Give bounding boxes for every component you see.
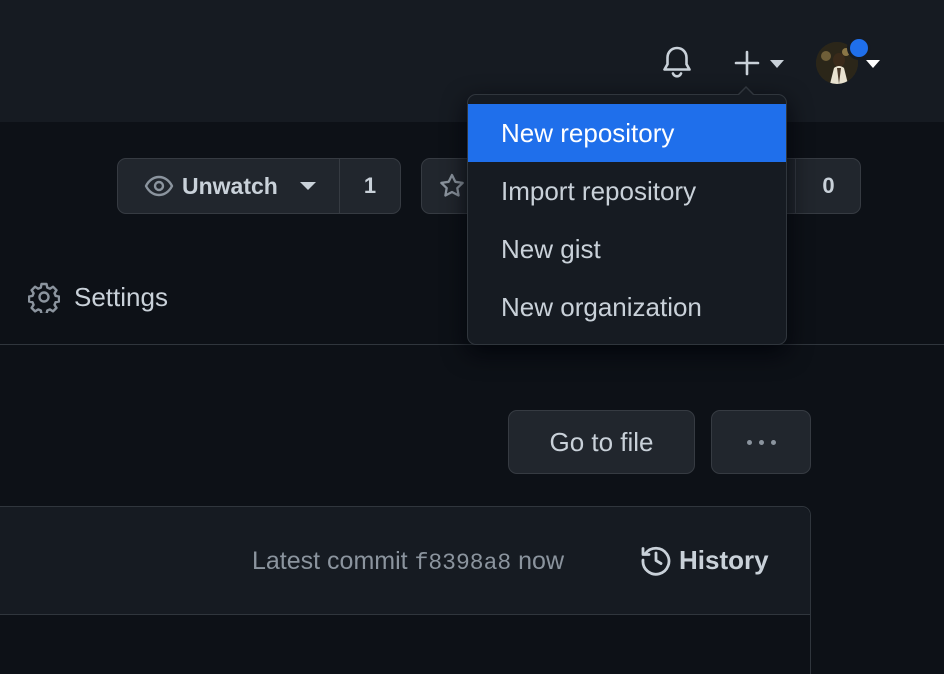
menu-item-new-repository[interactable]: New repository xyxy=(468,104,786,162)
more-options-button[interactable] xyxy=(711,410,811,474)
unwatch-label: Unwatch xyxy=(182,172,278,199)
star-icon xyxy=(440,173,464,197)
settings-label: Settings xyxy=(74,281,168,312)
latest-commit-label: Latest commit xyxy=(252,547,408,575)
menu-item-new-gist[interactable]: New gist xyxy=(468,220,786,278)
unwatch-button[interactable]: Unwatch xyxy=(118,159,340,213)
kebab-dot xyxy=(770,439,776,445)
latest-commit-box: Latest commit f8398a8 now History xyxy=(0,506,811,674)
chevron-down-icon xyxy=(866,60,880,68)
bell-icon[interactable] xyxy=(660,44,694,80)
history-icon xyxy=(641,546,671,576)
tab-settings[interactable]: Settings xyxy=(28,278,168,316)
history-label: History xyxy=(679,544,769,575)
create-new-button[interactable] xyxy=(730,44,792,80)
commit-sha-link[interactable]: f8398a8 xyxy=(415,550,512,576)
forks-count[interactable]: 0 xyxy=(795,159,860,213)
history-link[interactable]: History xyxy=(639,543,769,577)
notification-badge xyxy=(847,36,871,60)
menu-item-import-repository[interactable]: Import repository xyxy=(468,162,786,220)
plus-icon xyxy=(734,50,760,76)
chevron-down-icon xyxy=(299,182,316,190)
menu-item-new-organization[interactable]: New organization xyxy=(468,278,786,336)
kebab-dot xyxy=(758,439,764,445)
kebab-horizontal-icon xyxy=(746,439,752,445)
latest-commit-info: Latest commit f8398a8 now xyxy=(252,547,564,576)
gear-icon xyxy=(28,282,60,313)
go-to-file-label: Go to file xyxy=(549,426,654,457)
chevron-down-icon xyxy=(770,60,784,68)
eye-icon xyxy=(144,175,174,197)
watchers-count[interactable]: 1 xyxy=(340,159,400,213)
go-to-file-button[interactable]: Go to file xyxy=(508,410,695,474)
create-new-menu: New repository Import repository New gis… xyxy=(467,86,787,345)
user-menu-button[interactable] xyxy=(816,36,886,86)
github-repo-page: Unwatch 1 0 Settings Go to file Latest c… xyxy=(0,0,944,674)
menu-caret-inner xyxy=(738,88,754,96)
commit-header: Latest commit f8398a8 now History xyxy=(0,507,810,615)
unwatch-button-group: Unwatch 1 xyxy=(117,158,401,214)
commit-time: now xyxy=(518,547,565,575)
